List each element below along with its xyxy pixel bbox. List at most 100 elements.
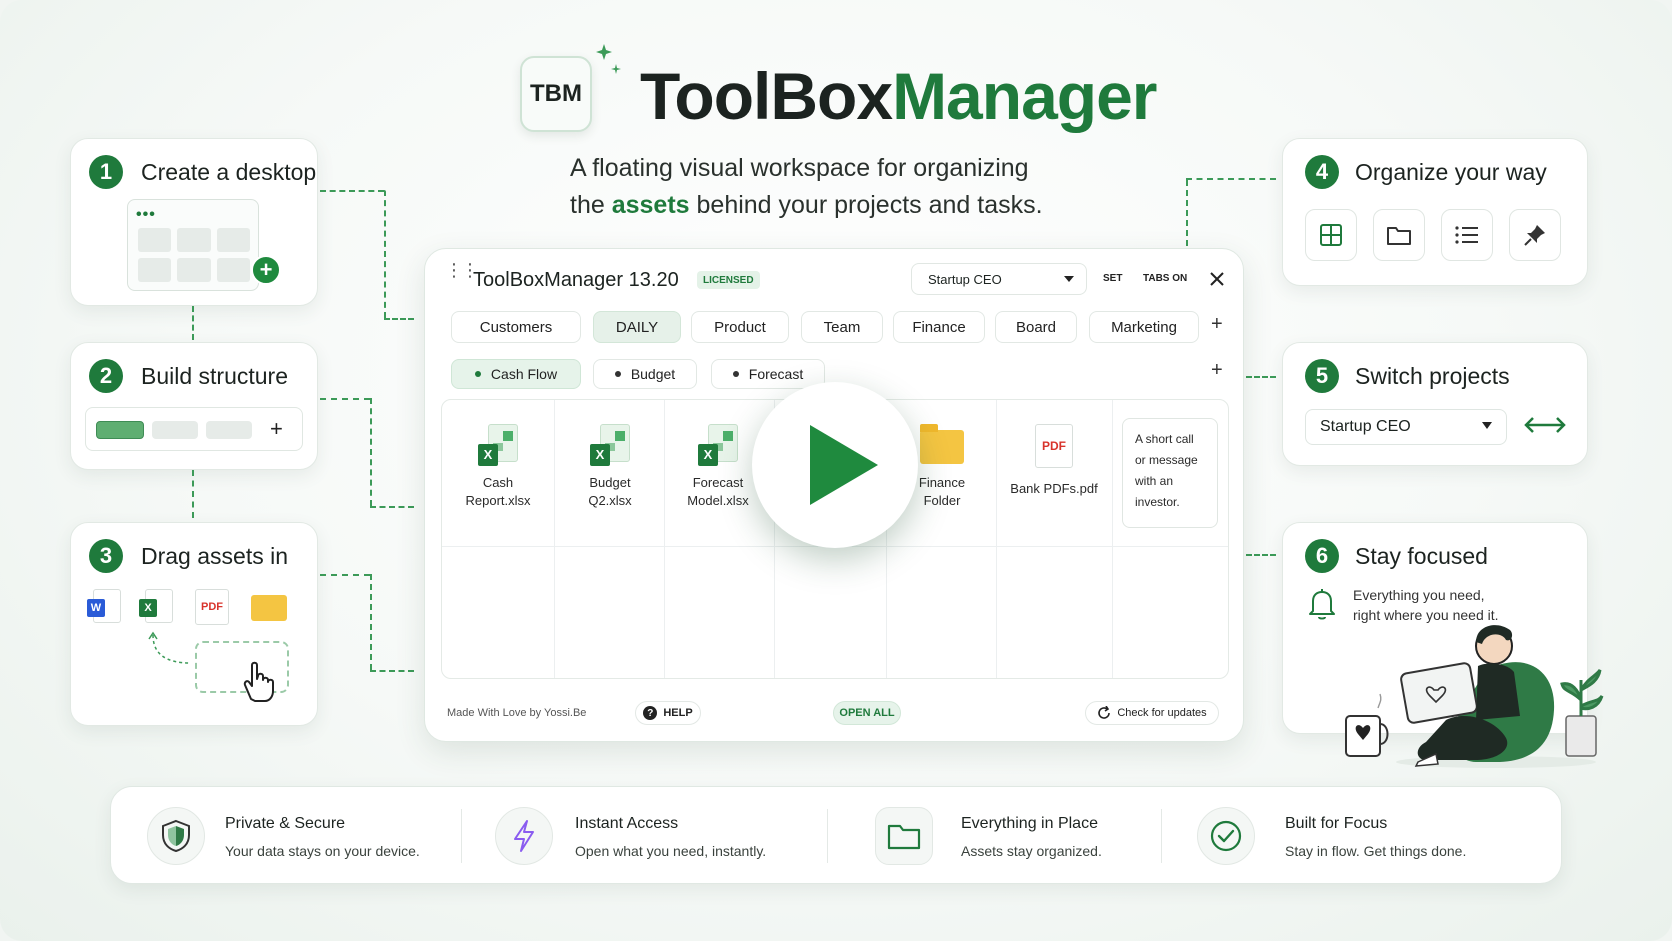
swap-arrows-icon[interactable] — [1523, 413, 1567, 437]
add-tab-button[interactable]: + — [1211, 313, 1223, 336]
tab-board[interactable]: Board — [995, 311, 1077, 343]
window-title: ToolBoxManager 13.20 — [473, 269, 679, 291]
asset-cash-report[interactable]: X Cash Report.xlsx — [448, 424, 548, 510]
grid-line — [1112, 400, 1113, 678]
excel-badge: X — [139, 599, 157, 617]
excel-icon: X — [590, 424, 630, 466]
brand-title: ToolBoxManager — [640, 58, 1158, 134]
feature-desc: Assets stay organized. — [961, 843, 1102, 859]
tile — [216, 258, 250, 282]
help-button[interactable]: ? HELP — [635, 701, 701, 725]
connector — [192, 306, 194, 340]
tile — [138, 228, 172, 252]
feature-icon-wrap — [147, 807, 205, 865]
feature-desc: Your data stays on your device. — [225, 843, 420, 859]
dot — [614, 371, 621, 377]
tagline-line1: A floating visual workspace for organizi… — [570, 154, 1029, 182]
tab-customers[interactable]: Customers — [451, 311, 581, 343]
project-dropdown-value: Startup CEO — [928, 271, 1002, 287]
tab-team[interactable]: Team — [801, 311, 883, 343]
open-all-button[interactable]: OPEN ALL — [833, 701, 901, 725]
connector — [192, 470, 194, 518]
check-circle-icon — [1210, 820, 1242, 852]
chevron-down-icon — [1064, 276, 1074, 282]
grid-line — [996, 400, 997, 678]
connector — [1186, 178, 1276, 180]
tab-product[interactable]: Product — [691, 311, 789, 343]
tabs-illustration: + — [85, 407, 303, 451]
tbm-logo: TBM — [520, 56, 592, 132]
tabs-on-toggle[interactable]: TABS ON — [1143, 273, 1187, 284]
updates-label: Check for updates — [1117, 707, 1207, 719]
asset-name: Report.xlsx — [465, 493, 531, 508]
step-card-5: 5 Switch projects Startup CEO — [1282, 342, 1588, 466]
help-label: HELP — [663, 707, 693, 719]
tile — [138, 258, 172, 282]
drag-arrow-icon — [148, 631, 192, 664]
subtab-cash-flow[interactable]: Cash Flow — [451, 359, 581, 389]
note-card[interactable]: A short call or message with an investor… — [1122, 418, 1218, 528]
asset-bank-pdfs[interactable]: PDF Bank PDFs.pdf — [1004, 424, 1104, 498]
excel-badge: X — [478, 444, 498, 466]
check-updates-button[interactable]: Check for updates — [1085, 701, 1219, 725]
tab-shape — [152, 421, 198, 439]
connector — [320, 190, 384, 192]
pdf-file-icon: PDF — [195, 589, 229, 625]
tab-daily[interactable]: DAILY — [593, 311, 681, 343]
step-number: 1 — [89, 155, 123, 189]
logo-text: TBM — [530, 80, 582, 107]
help-icon: ? — [643, 706, 658, 720]
tab-marketing[interactable]: Marketing — [1089, 311, 1199, 343]
grid-view-button[interactable] — [1305, 209, 1357, 261]
folder-icon — [251, 595, 287, 621]
feature-title: Private & Secure — [225, 815, 346, 832]
asset-budget-q2[interactable]: X Budget Q2.xlsx — [560, 424, 660, 510]
add-subtab-button[interactable]: + — [1211, 359, 1223, 382]
list-view-button[interactable] — [1441, 209, 1493, 261]
feature-desc: Open what you need, instantly. — [575, 843, 767, 859]
feature-desc: Stay in flow. Get things done. — [1285, 843, 1467, 859]
subtab-forecast[interactable]: Forecast — [711, 359, 825, 389]
tab-finance[interactable]: Finance — [893, 311, 985, 343]
add-tab-icon[interactable]: + — [270, 416, 283, 442]
asset-name: Cash — [482, 475, 514, 490]
divider — [461, 809, 462, 863]
project-select[interactable]: Startup CEO — [1305, 409, 1507, 445]
note-text: investor. — [1135, 495, 1180, 509]
connector — [370, 574, 372, 670]
project-dropdown[interactable]: Startup CEO — [911, 263, 1087, 295]
grid-line — [554, 400, 555, 678]
feature-title: Built for Focus — [1285, 815, 1388, 832]
project-select-value: Startup CEO — [1320, 418, 1411, 435]
excel-badge: X — [590, 444, 610, 466]
divider — [1161, 809, 1162, 863]
canvas: TBM ToolBoxManager A floating visual wor… — [0, 0, 1672, 941]
feature-bar: Private & Secure Your data stays on your… — [110, 786, 1562, 884]
step-card-2: 2 Build structure + — [70, 342, 318, 470]
close-icon[interactable] — [1209, 271, 1225, 287]
divider — [827, 809, 828, 863]
set-button[interactable]: SET — [1103, 273, 1122, 284]
feature-icon-wrap — [495, 807, 553, 865]
pin-button[interactable] — [1509, 209, 1561, 261]
connector — [370, 398, 372, 506]
subtab-budget[interactable]: Budget — [593, 359, 697, 389]
folder-icon — [887, 824, 921, 850]
folder-view-button[interactable] — [1373, 209, 1425, 261]
grid-icon — [1320, 224, 1342, 246]
step-title: Drag assets in — [141, 543, 289, 569]
brand-part1: ToolBox — [640, 59, 893, 133]
play-button[interactable] — [752, 382, 918, 548]
feature-title: Instant Access — [575, 815, 679, 832]
hand-cursor-icon — [243, 661, 274, 702]
connector — [370, 506, 414, 508]
feature-icon-wrap — [875, 807, 933, 865]
connector — [384, 190, 386, 318]
step-number: 5 — [1305, 359, 1339, 393]
step-card-3: 3 Drag assets in W X PDF — [70, 522, 318, 726]
note-text: A short call — [1135, 432, 1194, 446]
focus-line1: Everything you need, — [1353, 587, 1485, 603]
add-desktop-icon[interactable]: + — [251, 255, 281, 285]
note-text: with an — [1135, 474, 1174, 488]
connector — [320, 398, 370, 400]
